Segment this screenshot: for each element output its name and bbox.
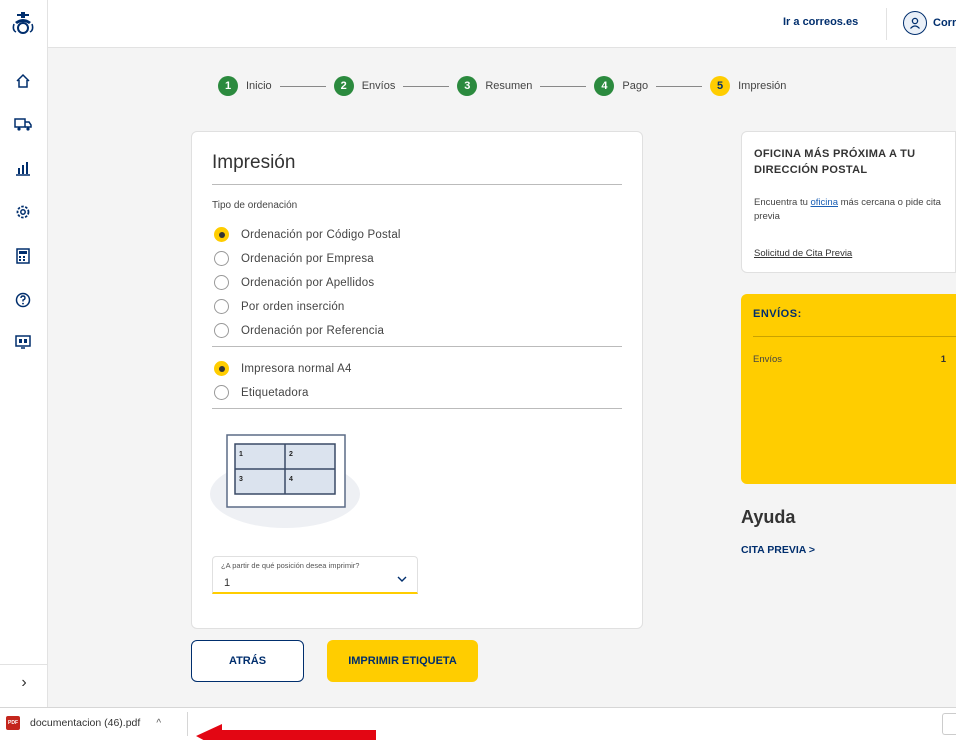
step-number: 3 (457, 76, 478, 96)
nearest-office-card: OFICINA MÁS PRÓXIMA A TU DIRECCIÓN POSTA… (741, 131, 956, 273)
chevron-up-icon[interactable]: ^ (156, 718, 161, 729)
step-impresion: 5 Impresión (710, 76, 786, 96)
top-header: Ir a correos.es Correos (48, 0, 956, 48)
appointment-link[interactable]: CITA PREVIA > (741, 544, 815, 556)
step-connector (656, 85, 703, 87)
step-label: Impresión (738, 80, 787, 92)
office-text-before: Encuentra tu (754, 197, 811, 208)
page-title: Impresión (212, 152, 296, 173)
shipments-summary-card: ENVÍOS: Envíos 1 (741, 294, 956, 484)
correos-logo[interactable] (8, 8, 38, 38)
user-name: Correos (933, 17, 956, 29)
radio-label: Ordenación por Referencia (241, 324, 385, 337)
appointment-request-link[interactable]: Solicitud de Cita Previa (754, 248, 852, 259)
monitor-icon[interactable] (12, 331, 34, 353)
office-title: OFICINA MÁS PRÓXIMA A TU DIRECCIÓN POSTA… (754, 148, 916, 176)
grid-cell-4: 4 (289, 476, 293, 483)
download-separator (187, 712, 188, 736)
red-arrow-annotation (196, 724, 376, 740)
divider (212, 184, 622, 185)
shipments-count: 1 (940, 354, 946, 365)
radio-unchecked-icon (214, 323, 229, 338)
grid-cell-3: 3 (239, 476, 243, 483)
download-file-name: documentacion (46).pdf (30, 717, 141, 729)
office-link[interactable]: oficina (811, 197, 838, 208)
progress-stepper: 1 Inicio 2 Envíos 3 Resumen 4 Pago 5 Imp… (218, 74, 786, 98)
select-label: ¿A partir de qué posición desea imprimir… (221, 561, 360, 570)
user-avatar-icon (903, 11, 927, 35)
chevron-down-icon (397, 574, 407, 585)
divider (212, 346, 622, 347)
user-menu[interactable]: Correos (903, 11, 956, 35)
radio-printer-labeler[interactable]: Etiquetadora (214, 385, 309, 400)
radio-checked-icon (214, 227, 229, 242)
divider (753, 336, 956, 337)
help-heading: Ayuda (741, 507, 796, 527)
ordering-type-label: Tipo de ordenación (212, 200, 298, 211)
radio-label: Ordenación por Empresa (241, 252, 374, 265)
radio-checked-icon (214, 361, 229, 376)
download-item[interactable]: PDF documentacion (46).pdf ^ (6, 716, 161, 730)
radio-label: Ordenación por Apellidos (241, 276, 375, 289)
home-icon[interactable] (12, 70, 34, 92)
step-label: Envíos (361, 80, 396, 92)
step-number: 1 (218, 76, 238, 96)
radio-order-company[interactable]: Ordenación por Empresa (214, 251, 374, 266)
truck-icon[interactable] (12, 113, 34, 135)
start-position-select[interactable]: ¿A partir de qué posición desea imprimir… (212, 556, 418, 594)
download-bar-right-edge (942, 713, 956, 735)
shipments-row-label: Envíos (753, 354, 783, 365)
correos-site-link[interactable]: Ir a correos.es (783, 16, 858, 28)
bar-chart-icon[interactable] (12, 157, 34, 179)
radio-order-reference[interactable]: Ordenación por Referencia (214, 323, 384, 338)
gear-icon[interactable] (12, 201, 34, 223)
radio-unchecked-icon (214, 385, 229, 400)
radio-order-postal-code[interactable]: Ordenación por Código Postal (214, 227, 401, 242)
radio-unchecked-icon (214, 275, 229, 290)
step-inicio: 1 Inicio (218, 76, 272, 96)
select-value: 1 (224, 577, 231, 589)
step-number-current: 5 (710, 76, 731, 96)
divider (212, 408, 622, 409)
print-label-button[interactable]: IMPRIMIR ETIQUETA (327, 640, 478, 682)
step-connector (279, 85, 326, 87)
radio-printer-a4[interactable]: Impresora normal A4 (214, 361, 352, 376)
step-resumen: 3 Resumen (457, 76, 532, 96)
grid-cell-2: 2 (289, 451, 293, 458)
header-divider (886, 8, 887, 40)
radio-label: Impresora normal A4 (241, 362, 352, 375)
step-label: Pago (622, 80, 649, 92)
step-number: 2 (333, 76, 354, 96)
correos-logo-icon (12, 12, 34, 34)
sidebar-expand-button[interactable]: › (0, 664, 48, 700)
download-bar: PDF documentacion (46).pdf ^ (0, 707, 956, 740)
radio-label: Por orden inserción (241, 300, 345, 313)
back-button[interactable]: ATRÁS (191, 640, 304, 682)
print-card: Impresión Tipo de ordenación Ordenación … (191, 131, 643, 629)
step-connector (403, 85, 450, 87)
step-label: Inicio (246, 80, 272, 92)
pdf-file-icon: PDF (6, 716, 20, 730)
radio-unchecked-icon (214, 299, 229, 314)
radio-unchecked-icon (214, 251, 229, 266)
step-envios: 2 Envíos (333, 76, 396, 96)
radio-label: Etiquetadora (241, 386, 309, 399)
radio-order-insertion[interactable]: Por orden inserción (214, 299, 345, 314)
chevron-right-icon: › (21, 673, 27, 691)
office-description: Encuentra tu oficina más cercana o pide … (754, 196, 946, 224)
grid-cell-1: 1 (239, 451, 243, 458)
step-label: Resumen (485, 80, 533, 92)
radio-label: Ordenación por Código Postal (241, 228, 401, 241)
shipments-title: ENVÍOS: (753, 308, 802, 320)
step-number: 4 (594, 76, 615, 96)
sidebar: › (0, 0, 48, 707)
help-icon[interactable] (12, 289, 34, 311)
label-grid-illustration: 1 2 3 4 (210, 434, 360, 528)
step-connector (540, 85, 587, 87)
calculator-icon[interactable] (12, 245, 34, 267)
step-pago: 4 Pago (594, 76, 648, 96)
radio-order-surname[interactable]: Ordenación por Apellidos (214, 275, 374, 290)
